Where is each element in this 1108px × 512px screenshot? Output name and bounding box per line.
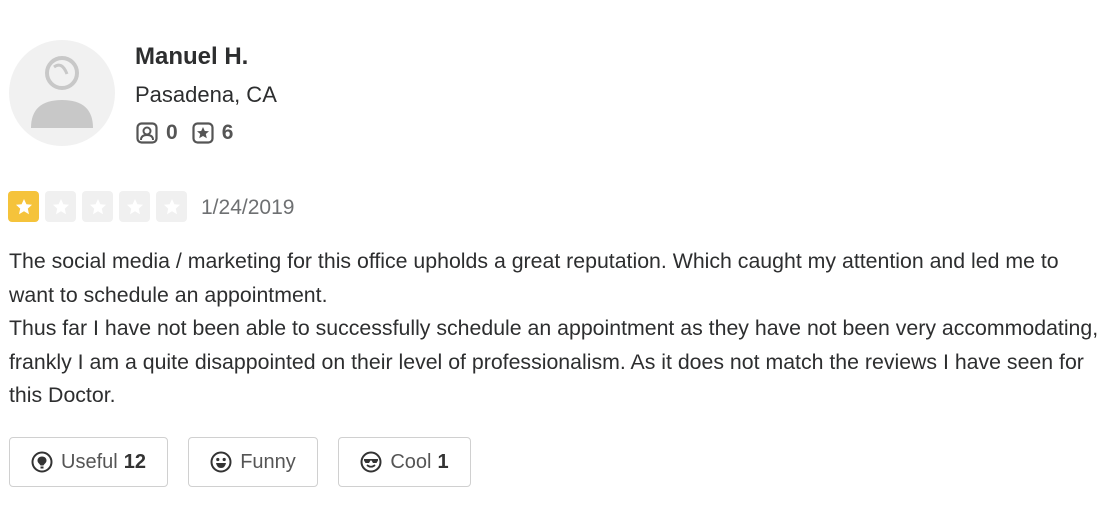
- review-paragraph: The social media / marketing for this of…: [9, 249, 1065, 307]
- funny-label: Funny: [240, 450, 296, 473]
- friends-icon: [136, 122, 158, 144]
- star-filled: [8, 191, 39, 222]
- cool-label: Cool: [390, 450, 432, 473]
- star-empty: [45, 191, 76, 222]
- avatar[interactable]: [9, 40, 115, 146]
- review-paragraph: Thus far I have not been able to success…: [9, 316, 1099, 407]
- star-icon: [89, 198, 106, 214]
- cool-button[interactable]: Cool 1: [338, 437, 471, 487]
- sunglasses-icon: [360, 451, 382, 473]
- star-empty: [82, 191, 113, 222]
- star-empty: [119, 191, 150, 222]
- review-text: The social media / marketing for this of…: [9, 245, 1099, 413]
- star-icon: [163, 198, 180, 214]
- reviewer-name[interactable]: Manuel H.: [135, 43, 248, 71]
- useful-button[interactable]: Useful 12: [9, 437, 168, 487]
- reviews-count: 6: [221, 121, 234, 144]
- star-empty: [156, 191, 187, 222]
- review-star-icon: [192, 122, 214, 144]
- useful-count: 12: [123, 450, 146, 473]
- friends-stat: 0: [136, 121, 178, 145]
- star-icon: [52, 198, 69, 214]
- reviewer-location: Pasadena, CA: [135, 82, 277, 107]
- star-rating: [8, 191, 193, 222]
- useful-label: Useful: [61, 450, 118, 473]
- funny-button[interactable]: Funny: [188, 437, 318, 487]
- friends-count: 0: [166, 121, 178, 144]
- reviews-stat: 6: [192, 121, 234, 145]
- default-user-icon: [31, 56, 93, 128]
- smiley-icon: [210, 451, 232, 473]
- cool-count: 1: [437, 450, 449, 473]
- reviewer-stats: 0 6: [136, 121, 247, 145]
- lightbulb-icon: [31, 451, 53, 473]
- star-icon: [126, 198, 143, 214]
- star-icon: [15, 198, 32, 214]
- review-date: 1/24/2019: [201, 196, 295, 219]
